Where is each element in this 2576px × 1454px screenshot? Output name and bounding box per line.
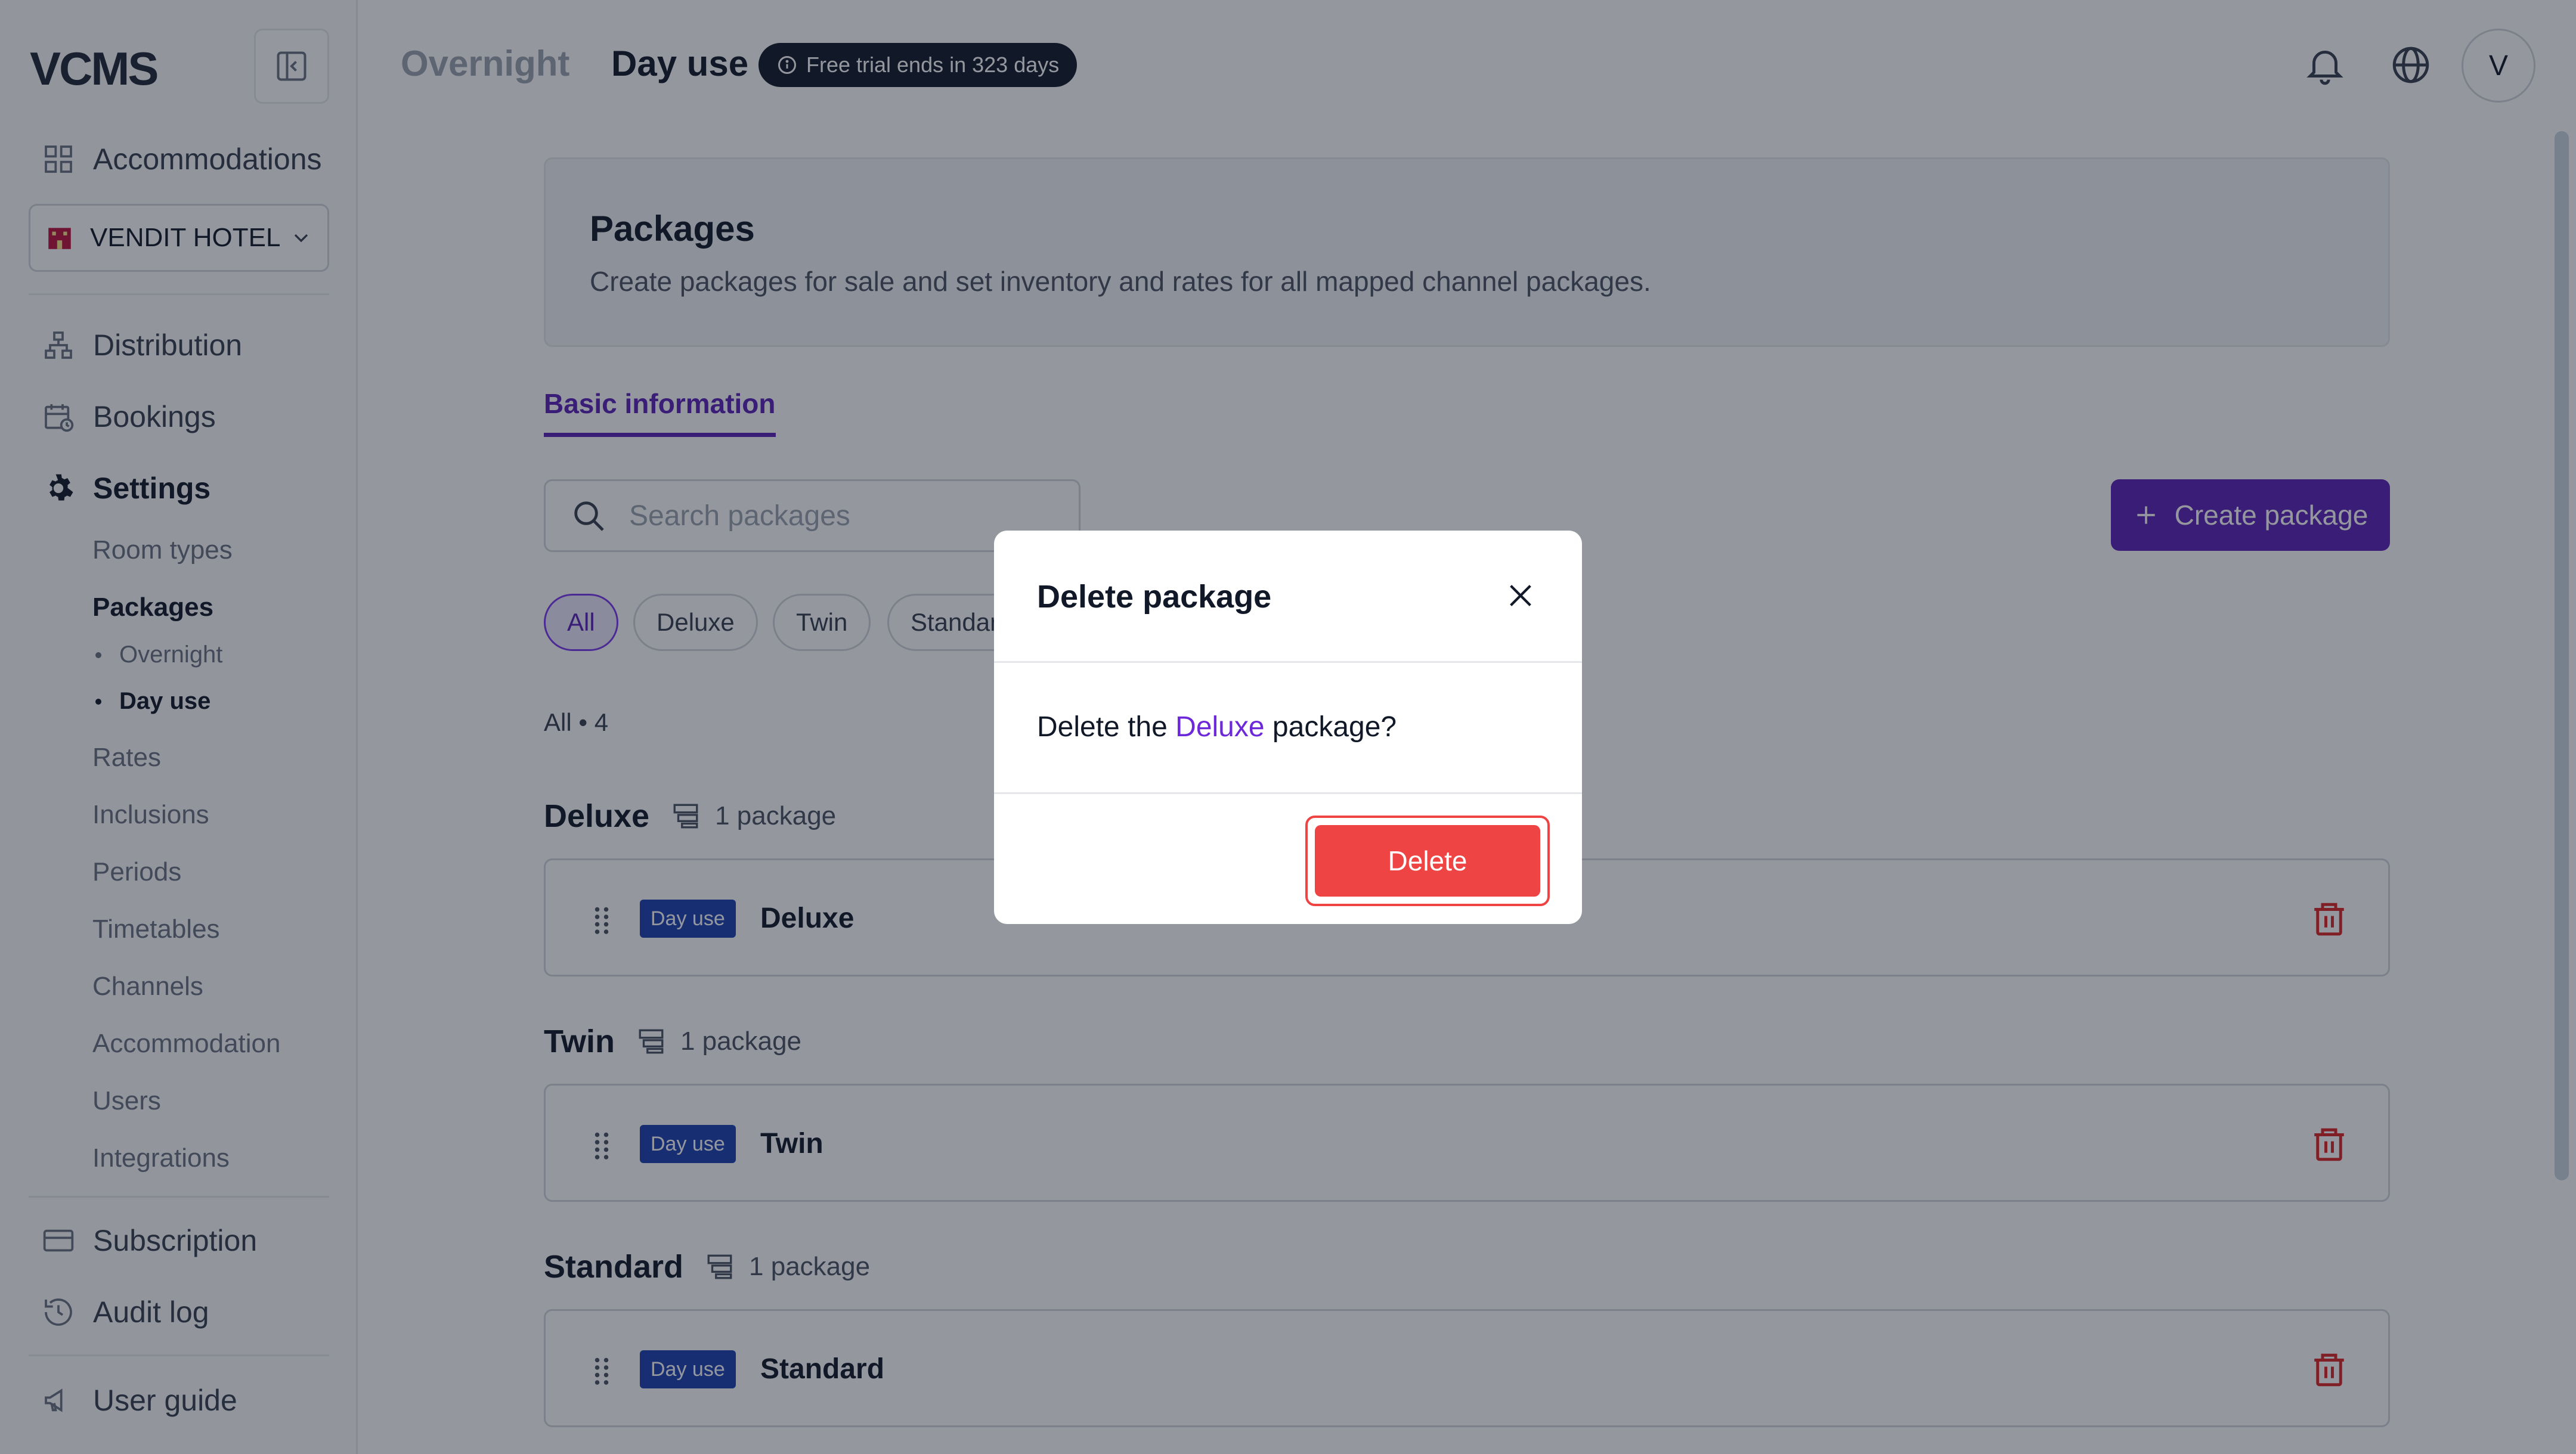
dialog-header: Delete package	[994, 531, 1582, 663]
message-package-name: Deluxe	[1175, 711, 1265, 743]
message-suffix: package?	[1272, 711, 1397, 743]
dialog-body: Delete the Deluxe package?	[994, 663, 1582, 794]
delete-button[interactable]: Delete	[1315, 825, 1540, 897]
close-icon	[1510, 585, 1531, 606]
delete-button-focus-ring: Delete	[1305, 816, 1550, 906]
message-prefix: Delete the	[1037, 711, 1168, 743]
delete-package-dialog: Delete package Delete the Deluxe package…	[994, 531, 1582, 924]
dialog-message: Delete the Deluxe package?	[1037, 711, 1397, 743]
close-button[interactable]	[1501, 576, 1540, 615]
dialog-title: Delete package	[1037, 579, 1272, 615]
